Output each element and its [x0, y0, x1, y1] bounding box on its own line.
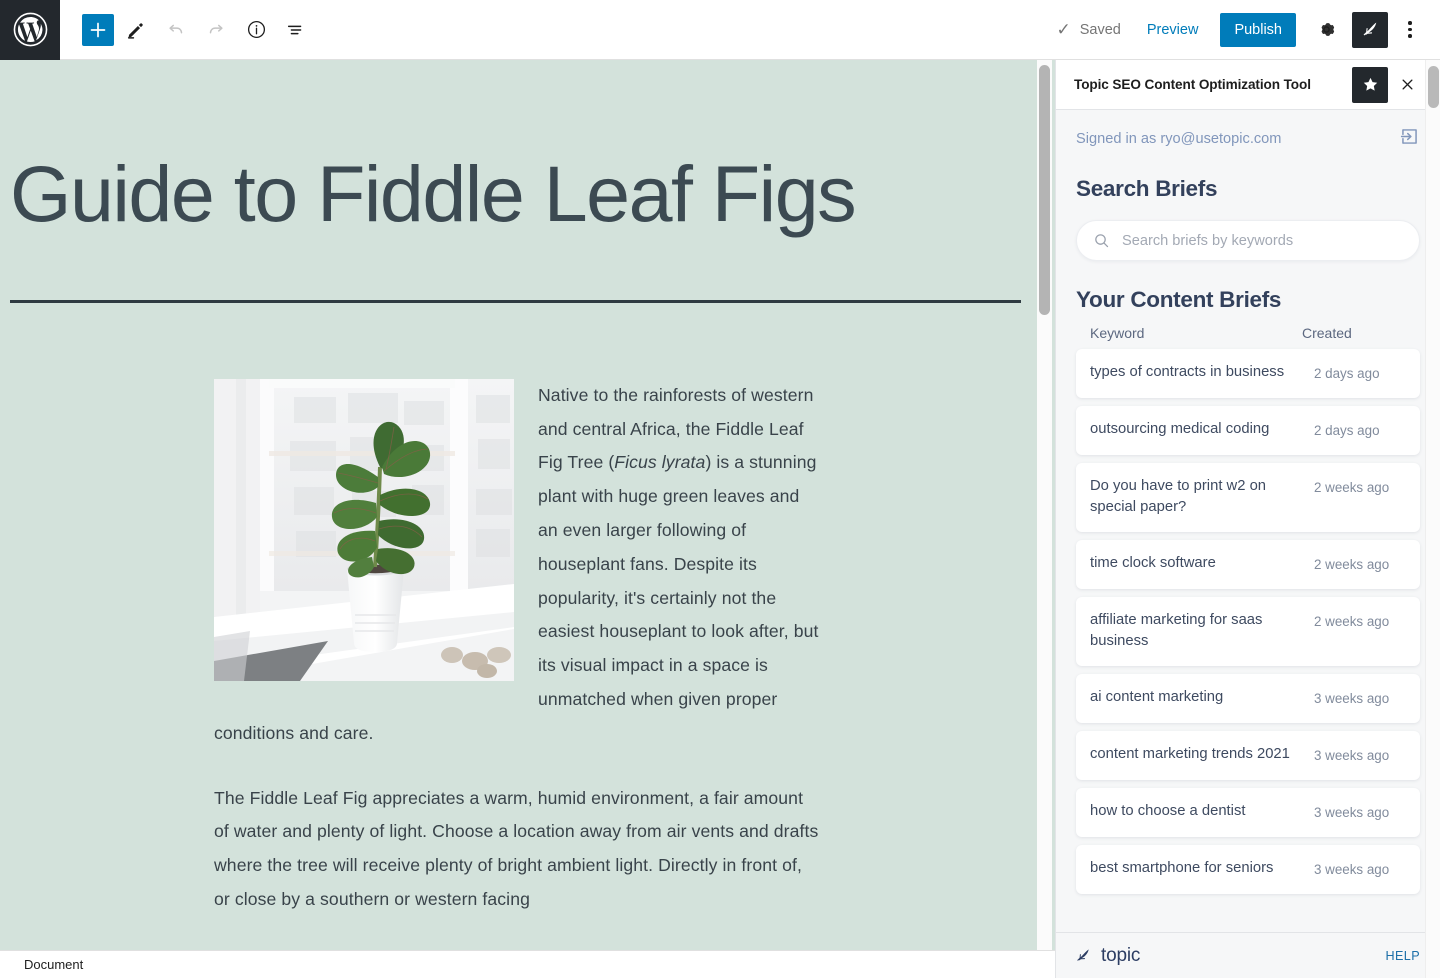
kebab-menu-icon	[1408, 21, 1412, 38]
post-content: Guide to Fiddle Leaf Figs Native to the …	[0, 60, 1035, 950]
toolbar-right-group: ✓ Saved Preview Publish	[1056, 11, 1440, 48]
media-text-block: Native to the rainforests of western and…	[214, 378, 820, 751]
brief-keyword: types of contracts in business	[1090, 364, 1285, 380]
briefs-table-header: Keyword Created	[1076, 313, 1420, 349]
brief-keyword: time clock software	[1090, 555, 1216, 571]
post-image[interactable]	[214, 378, 514, 681]
sidebar-body: Signed in as ryo@usetopic.com Search Bri…	[1056, 110, 1440, 932]
brief-keyword: ai content marketing	[1090, 689, 1224, 705]
list-view-button[interactable]	[278, 12, 314, 48]
brief-created: 3 weeks ago	[1314, 748, 1390, 763]
undo-arrow-icon	[169, 24, 183, 33]
brief-list-item[interactable]: types of contracts in business 2 days ag…	[1076, 349, 1420, 398]
add-block-button[interactable]	[82, 13, 114, 46]
editor-canvas[interactable]: Guide to Fiddle Leaf Figs Native to the …	[0, 60, 1055, 950]
brief-keyword: outsourcing medical coding	[1090, 421, 1270, 437]
toolbar-left-group	[60, 12, 314, 48]
info-circle-icon	[247, 20, 265, 39]
sidebar-scrollbar-thumb[interactable]	[1428, 66, 1439, 108]
brief-keyword: content marketing trends 2021	[1090, 746, 1290, 762]
logout-button[interactable]	[1399, 126, 1420, 152]
signed-in-row: Signed in as ryo@usetopic.com	[1076, 110, 1420, 160]
brief-created: 2 days ago	[1314, 366, 1380, 381]
column-header-created: Created	[1302, 325, 1352, 341]
brief-keyword: best smartphone for seniors	[1090, 860, 1274, 876]
preview-button[interactable]: Preview	[1135, 16, 1211, 44]
help-link[interactable]: HELP	[1386, 949, 1421, 963]
gear-icon	[1321, 23, 1334, 36]
editor-scrollbar-thumb[interactable]	[1039, 65, 1050, 315]
pin-plugin-button[interactable]	[1352, 66, 1388, 103]
checkmark-icon: ✓	[1056, 20, 1071, 39]
brief-created: 3 weeks ago	[1314, 862, 1390, 877]
close-icon	[1402, 79, 1412, 90]
pencil-icon	[127, 22, 143, 39]
feather-icon	[1363, 22, 1376, 36]
feather-icon	[1077, 949, 1089, 961]
briefs-list: types of contracts in business 2 days ag…	[1076, 349, 1420, 894]
sidebar-title: Topic SEO Content Optimization Tool	[1074, 77, 1311, 92]
brief-list-item[interactable]: ai content marketing 3 weeks ago	[1076, 674, 1420, 723]
brief-created: 2 weeks ago	[1314, 557, 1390, 572]
content-briefs-heading: Your Content Briefs	[1076, 287, 1282, 312]
logout-icon	[1400, 129, 1417, 144]
wordpress-logo-button[interactable]	[0, 0, 60, 60]
brief-list-item[interactable]: how to choose a dentist 3 weeks ago	[1076, 788, 1420, 837]
signed-in-label: Signed in as ryo@usetopic.com	[1076, 131, 1282, 147]
close-sidebar-button[interactable]	[1390, 67, 1424, 103]
content-column: Native to the rainforests of western and…	[0, 303, 1035, 917]
star-icon	[1363, 77, 1377, 91]
topic-plugin-button[interactable]	[1352, 11, 1388, 48]
settings-button[interactable]	[1308, 12, 1344, 48]
brief-list-item[interactable]: time clock software 2 weeks ago	[1076, 540, 1420, 589]
redo-arrow-icon	[209, 24, 223, 33]
brief-created: 2 days ago	[1314, 423, 1380, 438]
editor-toolbar: ✓ Saved Preview Publish	[0, 0, 1440, 60]
search-icon	[1095, 234, 1109, 248]
edit-tool-button[interactable]	[118, 12, 154, 48]
document-info-button[interactable]	[238, 12, 274, 48]
search-input[interactable]	[1122, 232, 1403, 249]
brief-list-item[interactable]: best smartphone for seniors 3 weeks ago	[1076, 845, 1420, 894]
editor-scrollbar[interactable]	[1037, 60, 1052, 950]
editor-status-bar: Document	[0, 950, 1055, 978]
brief-keyword: how to choose a dentist	[1090, 803, 1246, 819]
brief-keyword: Do you have to print w2 on special paper…	[1090, 478, 1267, 515]
brief-list-item[interactable]: affiliate marketing for saas business 2 …	[1076, 597, 1420, 666]
sidebar-footer: topic HELP	[1056, 932, 1440, 978]
search-briefs-field[interactable]	[1076, 220, 1420, 261]
sidebar-scrollbar[interactable]	[1425, 60, 1440, 978]
brief-list-item[interactable]: outsourcing medical coding 2 days ago	[1076, 406, 1420, 455]
column-header-keyword: Keyword	[1090, 325, 1145, 341]
document-breadcrumb[interactable]: Document	[0, 957, 83, 972]
fiddle-leaf-fig-plant-on-windowsill-image	[214, 378, 514, 681]
topic-logo-text: topic	[1101, 944, 1141, 966]
list-view-icon	[287, 25, 302, 34]
undo-button[interactable]	[158, 12, 194, 48]
more-options-button[interactable]	[1394, 12, 1426, 48]
plus-icon	[90, 22, 106, 37]
redo-button[interactable]	[198, 12, 234, 48]
paragraph-1-emphasis: Ficus lyrata	[614, 452, 706, 473]
wordpress-logo-icon	[13, 12, 47, 47]
brief-list-item[interactable]: Do you have to print w2 on special paper…	[1076, 463, 1420, 532]
post-title[interactable]: Guide to Fiddle Leaf Figs	[0, 60, 1035, 236]
brief-list-item[interactable]: content marketing trends 2021 3 weeks ag…	[1076, 731, 1420, 780]
brief-created: 2 weeks ago	[1314, 480, 1390, 495]
brief-created: 3 weeks ago	[1314, 805, 1390, 820]
saved-label: Saved	[1079, 21, 1121, 38]
brief-created: 3 weeks ago	[1314, 691, 1390, 706]
search-briefs-heading: Search Briefs	[1076, 176, 1218, 201]
brief-created: 2 weeks ago	[1314, 614, 1390, 629]
brief-keyword: affiliate marketing for saas business	[1090, 612, 1263, 649]
publish-button[interactable]: Publish	[1220, 12, 1296, 47]
topic-plugin-sidebar: Topic SEO Content Optimization Tool Sign…	[1055, 60, 1440, 978]
body-paragraph-2[interactable]: The Fiddle Leaf Fig appreciates a warm, …	[214, 782, 820, 917]
sidebar-header: Topic SEO Content Optimization Tool	[1056, 60, 1440, 110]
topic-logo: topic	[1074, 945, 1140, 967]
saved-indicator: ✓ Saved	[1056, 21, 1130, 38]
